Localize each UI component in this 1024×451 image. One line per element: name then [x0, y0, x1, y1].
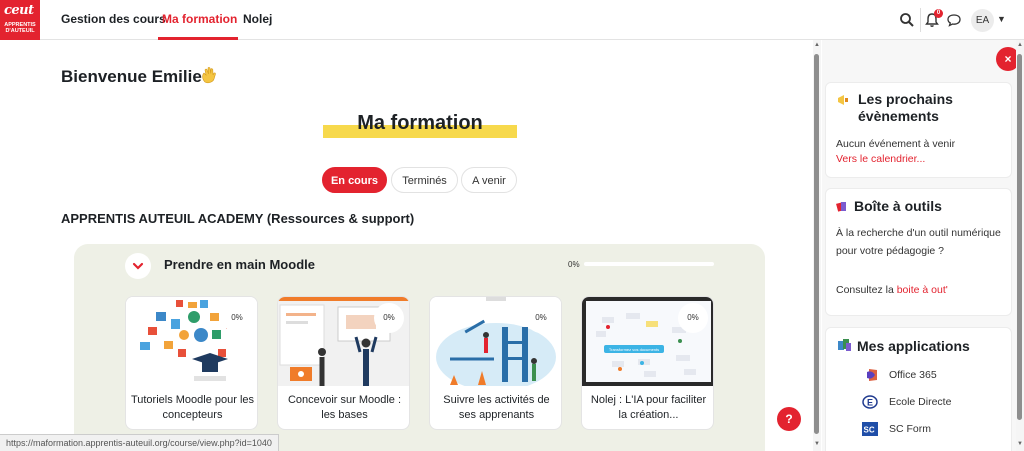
tab-en-cours[interactable]: En cours — [322, 167, 387, 193]
course-progress-bar — [584, 262, 714, 266]
collapse-button[interactable] — [125, 253, 151, 279]
main-scrollbar-thumb[interactable] — [814, 54, 819, 434]
help-button[interactable]: ? — [777, 407, 801, 431]
chat-icon[interactable] — [945, 11, 963, 29]
ecole-directe-icon: E — [862, 395, 878, 409]
sc-form-icon: SC — [862, 422, 878, 436]
course-card-tutoriels[interactable]: 0% Tutoriels Moodle pour les concepteurs — [125, 296, 258, 430]
course-card-nolej[interactable]: Transformez vos documents 0% Nolej : L'I… — [581, 296, 714, 430]
page-title: Ma formation — [357, 112, 483, 134]
svg-text:SC: SC — [864, 426, 875, 435]
drawer-scrollbar[interactable]: ▲ ▼ — [1016, 40, 1024, 451]
card-title: Tutoriels Moodle pour les concepteurs — [130, 394, 255, 421]
events-title: Les prochains évènements — [858, 91, 953, 124]
apprentis-auteuil-logo[interactable]: ceut APPRENTIS D'AUTEUIL — [0, 0, 40, 40]
toolbox-text: À la recherche d'un outil numérique pour… — [836, 227, 1001, 257]
app-sc-form[interactable]: SC Form — [889, 423, 931, 435]
top-navbar: ceut APPRENTIS D'AUTEUIL Gestion des cou… — [0, 0, 1024, 40]
welcome-heading: Bienvenue Emilie — [61, 67, 202, 86]
card-progress: 0% — [374, 303, 404, 333]
scroll-up-arrow[interactable]: ▲ — [813, 42, 821, 48]
drawer-scroll-down[interactable]: ▼ — [1016, 441, 1024, 447]
card-progress: 0% — [222, 303, 252, 333]
nolej-image-label: Transformez vos documents — [609, 347, 659, 352]
card-title: Suivre les activités de ses apprenants — [443, 394, 550, 421]
card-progress: 0% — [678, 303, 708, 333]
toolbox-title: Boîte à outils — [854, 198, 942, 214]
course-card-concevoir[interactable]: 0% Concevoir sur Moodle : les bases — [277, 296, 410, 430]
logo-caption: APPRENTIS D'AUTEUIL — [4, 22, 36, 34]
search-icon[interactable] — [898, 11, 916, 29]
user-avatar[interactable]: EA — [971, 9, 994, 32]
svg-text:E: E — [867, 398, 873, 408]
course-name[interactable]: Prendre en main Moodle — [164, 257, 315, 272]
card-progress: 0% — [526, 303, 556, 333]
status-bar-url: https://maformation.apprentis-auteuil.or… — [0, 434, 279, 451]
nav-gestion-des-cours[interactable]: Gestion des cours — [61, 12, 166, 26]
course-card-suivre[interactable]: 0% Suivre les activités de ses apprenant… — [429, 296, 562, 430]
logo-wordmark: ceut — [4, 3, 34, 18]
main-scrollbar[interactable]: ▲ ▼ — [813, 40, 821, 451]
office365-icon — [867, 369, 877, 381]
drawer-scroll-up[interactable]: ▲ — [1016, 42, 1024, 48]
apps-icon — [838, 339, 851, 351]
apps-title: Mes applications — [857, 338, 970, 354]
app-office-365[interactable]: Office 365 — [889, 369, 937, 381]
notification-count-badge: 0 — [934, 9, 943, 18]
toolbox-link[interactable]: boite à out' — [897, 284, 948, 296]
active-nav-indicator — [158, 37, 238, 40]
nav-ma-formation[interactable]: Ma formation — [162, 12, 237, 26]
chevron-down-icon — [132, 262, 144, 270]
megaphone-icon — [838, 95, 848, 105]
navbar-divider — [920, 8, 921, 32]
drawer-scrollbar-thumb[interactable] — [1017, 54, 1022, 420]
card-title: Concevoir sur Moodle : les bases — [287, 394, 402, 421]
card-title: Nolej : L'IA pour faciliter la création.… — [590, 394, 707, 421]
tab-a-venir[interactable]: A venir — [461, 167, 517, 193]
chevron-down-icon[interactable]: ▼ — [997, 14, 1006, 24]
course-progress-label: 0% — [568, 260, 580, 269]
waving-hand-icon — [202, 66, 216, 84]
section-title: APPRENTIS AUTEUIL ACADEMY (Ressources & … — [61, 211, 415, 226]
toolbox-consult-text: Consultez la — [836, 284, 894, 296]
scroll-down-arrow[interactable]: ▼ — [813, 441, 821, 447]
calendar-link[interactable]: Vers le calendrier... — [836, 150, 925, 168]
nav-nolej[interactable]: Nolej — [243, 12, 272, 26]
toolbox-icon — [836, 202, 846, 212]
app-ecole-directe[interactable]: Ecole Directe — [889, 396, 951, 408]
toolbox-consult: Consultez la boite à out' — [836, 281, 948, 299]
tab-termines[interactable]: Terminés — [391, 167, 458, 193]
